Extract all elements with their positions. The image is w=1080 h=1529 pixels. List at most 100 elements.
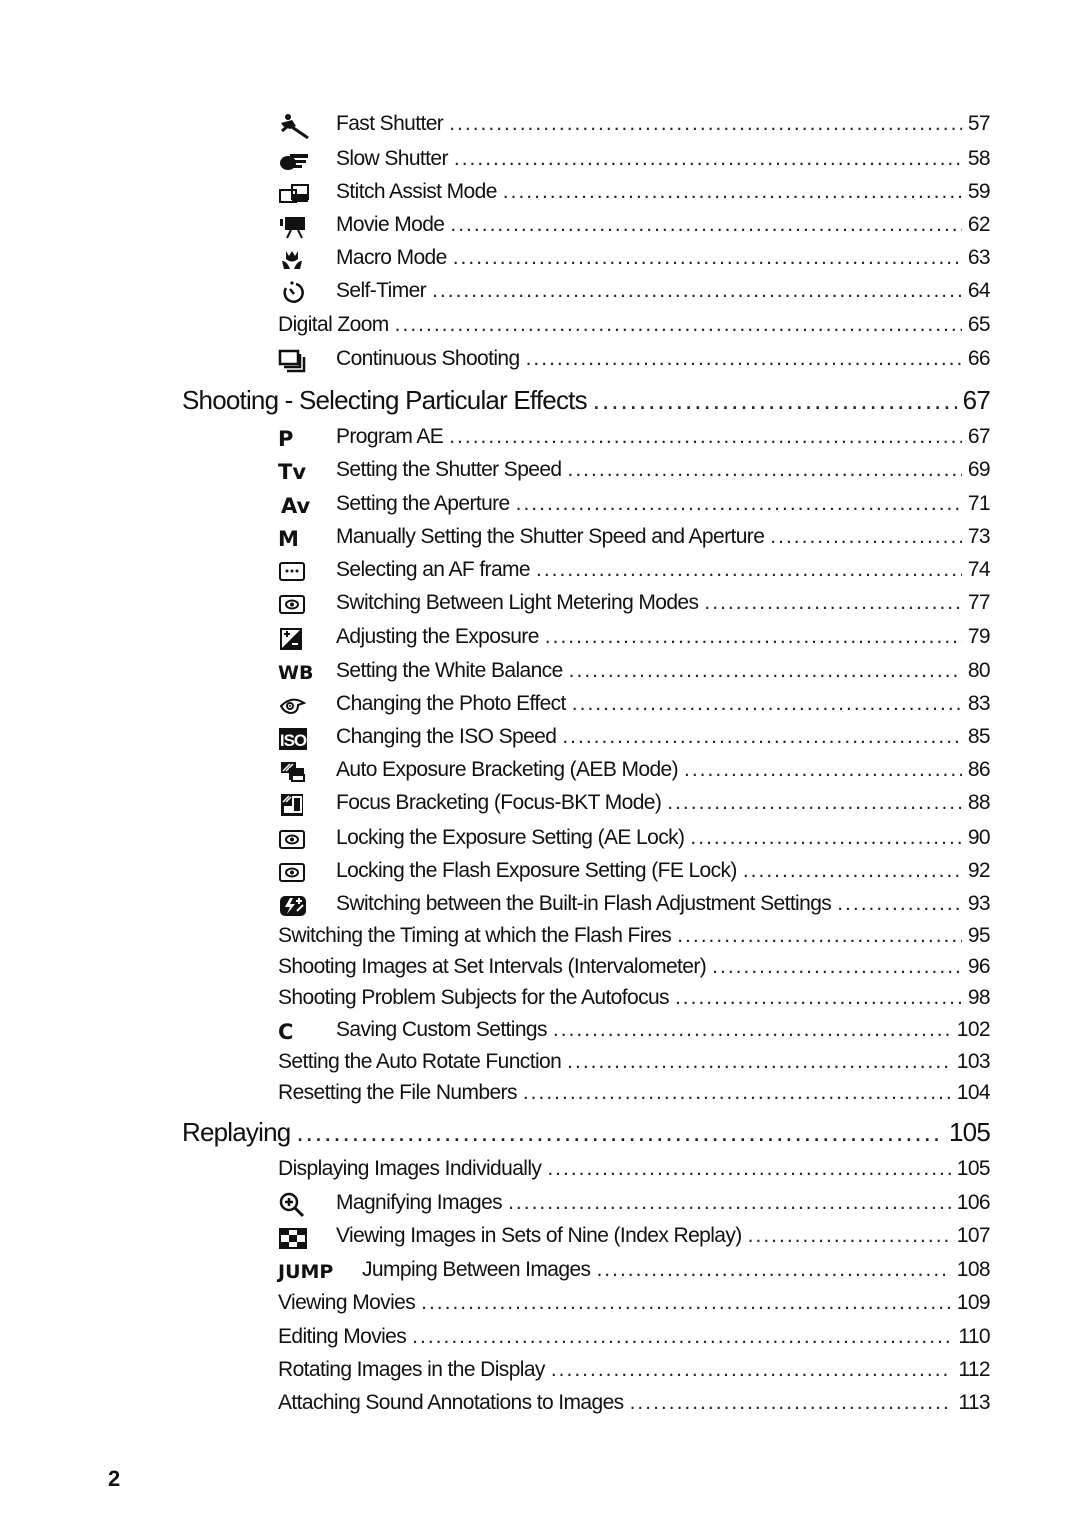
toc-entry[interactable]: Jumping Between Images 108 [362,1258,991,1282]
section-heading[interactable]: Shooting - Selecting Particular Effects 6… [182,385,991,416]
page-reference: 79 [967,625,991,648]
toc-entry[interactable]: Locking the Exposure Setting (AE Lock) 90 [336,826,991,850]
white-balance-icon: WB [278,662,314,684]
dot-leader [572,692,962,716]
toc-entry[interactable]: Viewing Movies 109 [278,1291,991,1315]
toc-entry[interactable]: Shooting Images at Set Intervals (Interv… [278,955,991,979]
movie-camera-icon [278,214,314,240]
page-reference: 106 [956,1191,991,1214]
toc-entry[interactable]: Switching Between Light Metering Modes 77 [336,591,991,615]
page-reference: 83 [967,692,991,715]
toc-entry[interactable]: Attaching Sound Annotations to Images 113 [278,1391,991,1415]
dot-leader [547,1157,950,1181]
page-reference: 57 [967,112,991,135]
toc-entry[interactable]: Magnifying Images 106 [336,1191,991,1215]
iso-icon: ISO [278,726,314,752]
entry-title: Switching the Timing at which the Flash … [278,924,672,947]
toc-entry[interactable]: Adjusting the Exposure 79 [336,625,991,649]
entry-title: Changing the Photo Effect [336,692,566,715]
entry-title: Fast Shutter [336,112,444,135]
toc-entry[interactable]: Saving Custom Settings 102 [336,1018,991,1042]
exposure-compensation-icon [278,626,314,652]
toc-entry[interactable]: Changing the Photo Effect 83 [336,692,991,716]
toc-entry[interactable]: Rotating Images in the Display 112 [278,1358,991,1382]
toc-entry[interactable]: Continuous Shooting 66 [336,347,991,371]
toc-entry[interactable]: Macro Mode 63 [336,246,991,270]
focus-bracketing-icon [278,792,314,818]
entry-title: Slow Shutter [336,147,448,170]
page-reference: 73 [967,525,991,548]
aeb-icon [278,759,314,785]
entry-title: Attaching Sound Annotations to Images [278,1391,624,1414]
toc-entry[interactable]: Selecting an AF frame 74 [336,558,991,582]
toc-entry[interactable]: Viewing Images in Sets of Nine (Index Re… [336,1224,991,1248]
entry-title: Continuous Shooting [336,347,520,370]
self-timer-icon [278,280,314,306]
page-reference: 62 [967,213,991,236]
toc-entry[interactable]: Switching the Timing at which the Flash … [278,924,991,948]
toc-entry[interactable]: Slow Shutter 58 [336,147,991,171]
page-reference: 64 [967,279,991,302]
toc-entry[interactable]: Switching between the Built-in Flash Adj… [336,892,991,916]
toc-entry[interactable]: Changing the ISO Speed 85 [336,725,991,749]
dot-leader [432,279,962,303]
page-reference: 103 [956,1050,991,1073]
page-reference: 113 [958,1391,990,1414]
toc-entry[interactable]: Setting the Aperture 71 [336,492,991,516]
entry-title: Macro Mode [336,246,447,269]
toc-entry[interactable]: Setting the White Balance 80 [336,659,991,683]
dot-leader [421,1291,951,1315]
metering-icon [278,827,314,853]
page-reference: 105 [956,1157,991,1180]
toc-entry[interactable]: Shooting Problem Subjects for the Autofo… [278,986,991,1010]
toc-entry[interactable]: Setting the Auto Rotate Function 103 [278,1050,991,1074]
toc-entry[interactable]: Locking the Flash Exposure Setting (FE L… [336,859,991,883]
toc-entry[interactable]: Setting the Shutter Speed 69 [336,458,991,482]
section-heading[interactable]: Replaying 105 [182,1117,991,1148]
entry-title: Locking the Flash Exposure Setting (FE L… [336,859,737,882]
toc-entry[interactable]: Stitch Assist Mode 59 [336,180,991,204]
toc-entry[interactable]: Manually Setting the Shutter Speed and A… [336,525,991,549]
dot-leader [743,859,962,883]
entry-title: Saving Custom Settings [336,1018,548,1041]
toc-entry[interactable]: Focus Bracketing (Focus-BKT Mode) 88 [336,791,991,815]
entry-title: Switching Between Light Metering Modes [336,591,699,614]
entry-title: Focus Bracketing (Focus-BKT Mode) [336,791,662,814]
toc-entry[interactable]: Auto Exposure Bracketing (AEB Mode) 86 [336,758,991,782]
dot-leader [536,558,962,582]
page-reference: 67 [962,385,991,415]
continuous-shooting-icon [278,348,314,374]
toc-entry[interactable]: Editing Movies 110 [278,1325,991,1349]
entry-title: Shooting Problem Subjects for the Autofo… [278,986,670,1009]
dot-leader [837,892,962,916]
dot-leader [562,725,962,749]
page-reference: 98 [967,986,991,1009]
page-reference: 63 [967,246,991,269]
tv-mode-icon: Tv [278,460,307,484]
dot-leader [630,1391,953,1415]
dot-leader [684,758,962,782]
toc-entry[interactable]: Resetting the File Numbers 104 [278,1081,991,1105]
entry-title: Setting the Shutter Speed [336,458,562,481]
dot-leader [712,955,962,979]
dot-leader [675,986,962,1010]
dot-leader [553,1018,951,1042]
toc-entry[interactable]: Fast Shutter 57 [336,112,991,136]
entry-title: Shooting Images at Set Intervals (Interv… [278,955,707,978]
page-reference: 93 [967,892,991,915]
entry-title: Setting the White Balance [336,659,563,682]
entry-title: Selecting an AF frame [336,558,531,581]
page-reference: 107 [956,1224,991,1247]
toc-entry[interactable]: Program AE 67 [336,425,991,449]
toc-entry[interactable]: Self-Timer 64 [336,279,991,303]
dot-leader [545,625,962,649]
entry-title: Setting the Aperture [336,492,510,515]
toc-entry[interactable]: Digital Zoom 65 [278,313,991,337]
flash-adjust-icon [278,893,314,919]
page-reference: 92 [967,859,991,882]
entry-title: Self-Timer [336,279,427,302]
toc-entry[interactable]: Movie Mode 62 [336,213,991,237]
toc-entry[interactable]: Displaying Images Individually 105 [278,1157,991,1181]
entry-title: Stitch Assist Mode [336,180,497,203]
fast-shutter-icon [278,113,314,139]
